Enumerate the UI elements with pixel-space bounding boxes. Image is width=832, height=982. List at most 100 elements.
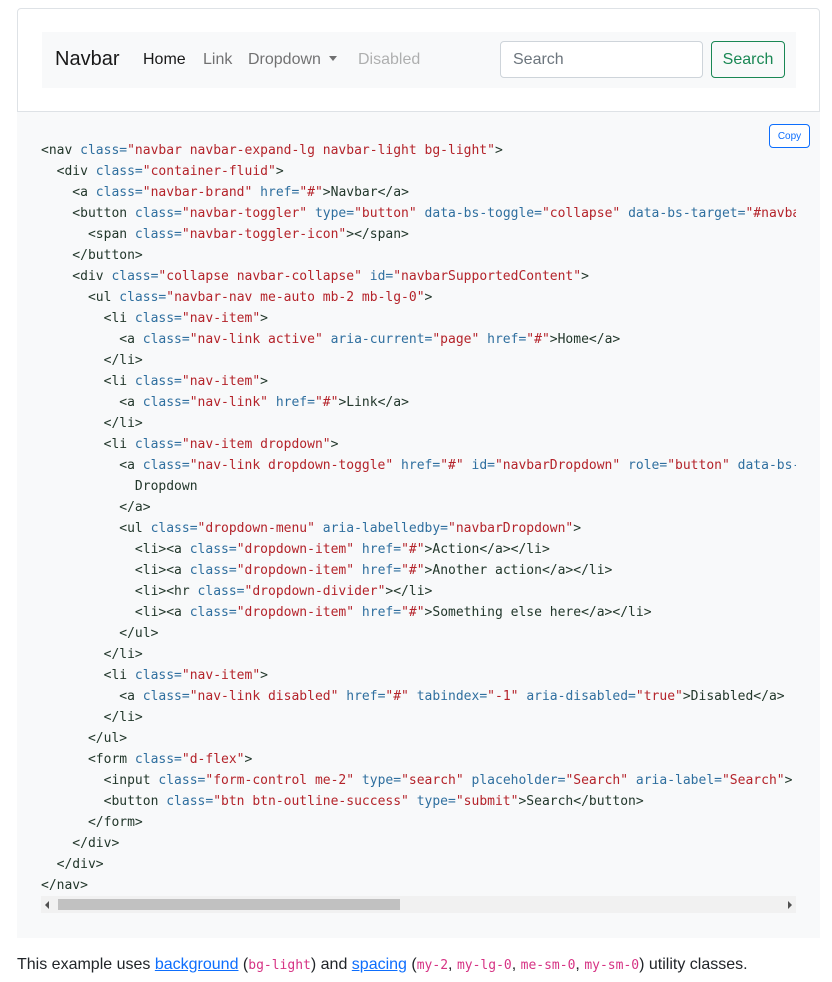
code-token: class= [134, 437, 182, 452]
nav-link-dropdown[interactable]: Dropdown [248, 51, 337, 69]
code-token: "nav-item" [181, 311, 261, 326]
background-link[interactable]: background [155, 956, 239, 973]
code-listing: <nav class="navbar navbar-expand-lg navb… [41, 140, 796, 896]
code-token: "dropdown-item" [236, 563, 355, 578]
code-token: <li [41, 437, 135, 452]
spacing-link[interactable]: spacing [352, 956, 407, 973]
code-token: </form> [41, 815, 143, 830]
code-token: "navbar-toggler" [181, 206, 308, 221]
scroll-right-arrow-icon[interactable] [788, 901, 792, 909]
code-token: href= [361, 542, 402, 557]
code-token: "nav-link active" [189, 332, 323, 347]
code-token: <div [41, 269, 112, 284]
code-token: "navbar navbar-expand-lg navbar-light bg… [127, 143, 495, 158]
code-token: >Search</button> [518, 794, 644, 809]
code-token: <a [41, 458, 143, 473]
code-token: </li> [41, 416, 143, 431]
code-token: "nav-item" [181, 668, 261, 683]
code-token: "#navbarSupportedContent" [745, 206, 796, 221]
code-token: href= [487, 332, 527, 347]
code-token: </div> [41, 836, 120, 851]
code-token: class= [134, 668, 182, 683]
code-token: > [581, 269, 589, 284]
code-token: "navbarDropdown" [448, 521, 574, 536]
code-token: href= [275, 395, 315, 410]
code-token: ></span> [346, 227, 409, 242]
nav-link-link[interactable]: Link [203, 51, 232, 69]
code-bg-light: bg-light [248, 958, 311, 973]
code-token: >Disabled</a> [682, 689, 785, 704]
code-token: class= [166, 794, 214, 809]
code-token: > [260, 668, 268, 683]
code-token: </nav> [41, 878, 88, 893]
search-button[interactable]: Search [711, 41, 785, 78]
code-token: <li [41, 668, 135, 683]
code-token: "#" [299, 185, 323, 200]
code-token: "#" [440, 458, 464, 473]
code-token: > [260, 311, 268, 326]
code-token: </ul> [41, 626, 159, 641]
code-token: </div> [41, 857, 104, 872]
code-token: </ul> [41, 731, 128, 746]
code-me-sm-0: me-sm-0 [520, 958, 576, 973]
code-token: </button> [41, 248, 143, 263]
code-token: class= [119, 290, 167, 305]
code-token: <a [41, 332, 143, 347]
code-token: href= [361, 605, 402, 620]
code-token: <li><hr [41, 584, 198, 599]
code-token: class= [111, 269, 159, 284]
code-token: href= [260, 185, 300, 200]
horizontal-scrollbar[interactable] [41, 896, 796, 913]
code-token: "navbar-brand" [142, 185, 253, 200]
code-token: "nav-link" [189, 395, 268, 410]
code-token: class= [142, 395, 190, 410]
code-token: Dropdown [41, 479, 198, 494]
scrollbar-thumb[interactable] [58, 899, 400, 910]
code-token: > [275, 164, 284, 179]
code-token: "nav-item dropdown" [181, 437, 331, 452]
nav-link-home[interactable]: Home [143, 51, 186, 69]
code-token: tabindex= [416, 689, 488, 704]
code-token: </li> [41, 710, 143, 725]
code-token: class= [134, 206, 182, 221]
code-token: <nav [41, 143, 81, 158]
code-token: > [260, 374, 268, 389]
navbar-brand[interactable]: Navbar [55, 48, 119, 71]
code-token: aria-label= [635, 773, 722, 788]
scroll-left-arrow-icon[interactable] [45, 901, 49, 909]
code-token: >Action</a></li> [424, 542, 550, 557]
code-token: "Search" [565, 773, 629, 788]
code-token: "btn btn-outline-success" [213, 794, 409, 809]
code-token: "form-control me-2" [205, 773, 355, 788]
code-token: aria-current= [330, 332, 433, 347]
code-scroll-area[interactable]: <nav class="navbar navbar-expand-lg navb… [41, 140, 796, 900]
code-token: > [494, 143, 503, 158]
code-token: class= [150, 521, 198, 536]
footer-paren: ( [406, 956, 417, 973]
code-token: class= [80, 143, 128, 158]
code-token: "dropdown-divider" [244, 584, 386, 599]
code-token: placeholder= [471, 773, 566, 788]
code-token: <li [41, 311, 135, 326]
code-token: class= [142, 332, 190, 347]
code-token: class= [134, 311, 182, 326]
code-my-lg-0: my-lg-0 [456, 958, 512, 973]
code-token: "page" [432, 332, 480, 347]
code-token: class= [95, 185, 143, 200]
code-my-sm-0: my-sm-0 [584, 958, 640, 973]
code-token: >Another action</a></li> [424, 563, 613, 578]
search-input[interactable] [500, 41, 703, 78]
code-token: "#" [314, 395, 339, 410]
code-token: "#" [385, 689, 409, 704]
